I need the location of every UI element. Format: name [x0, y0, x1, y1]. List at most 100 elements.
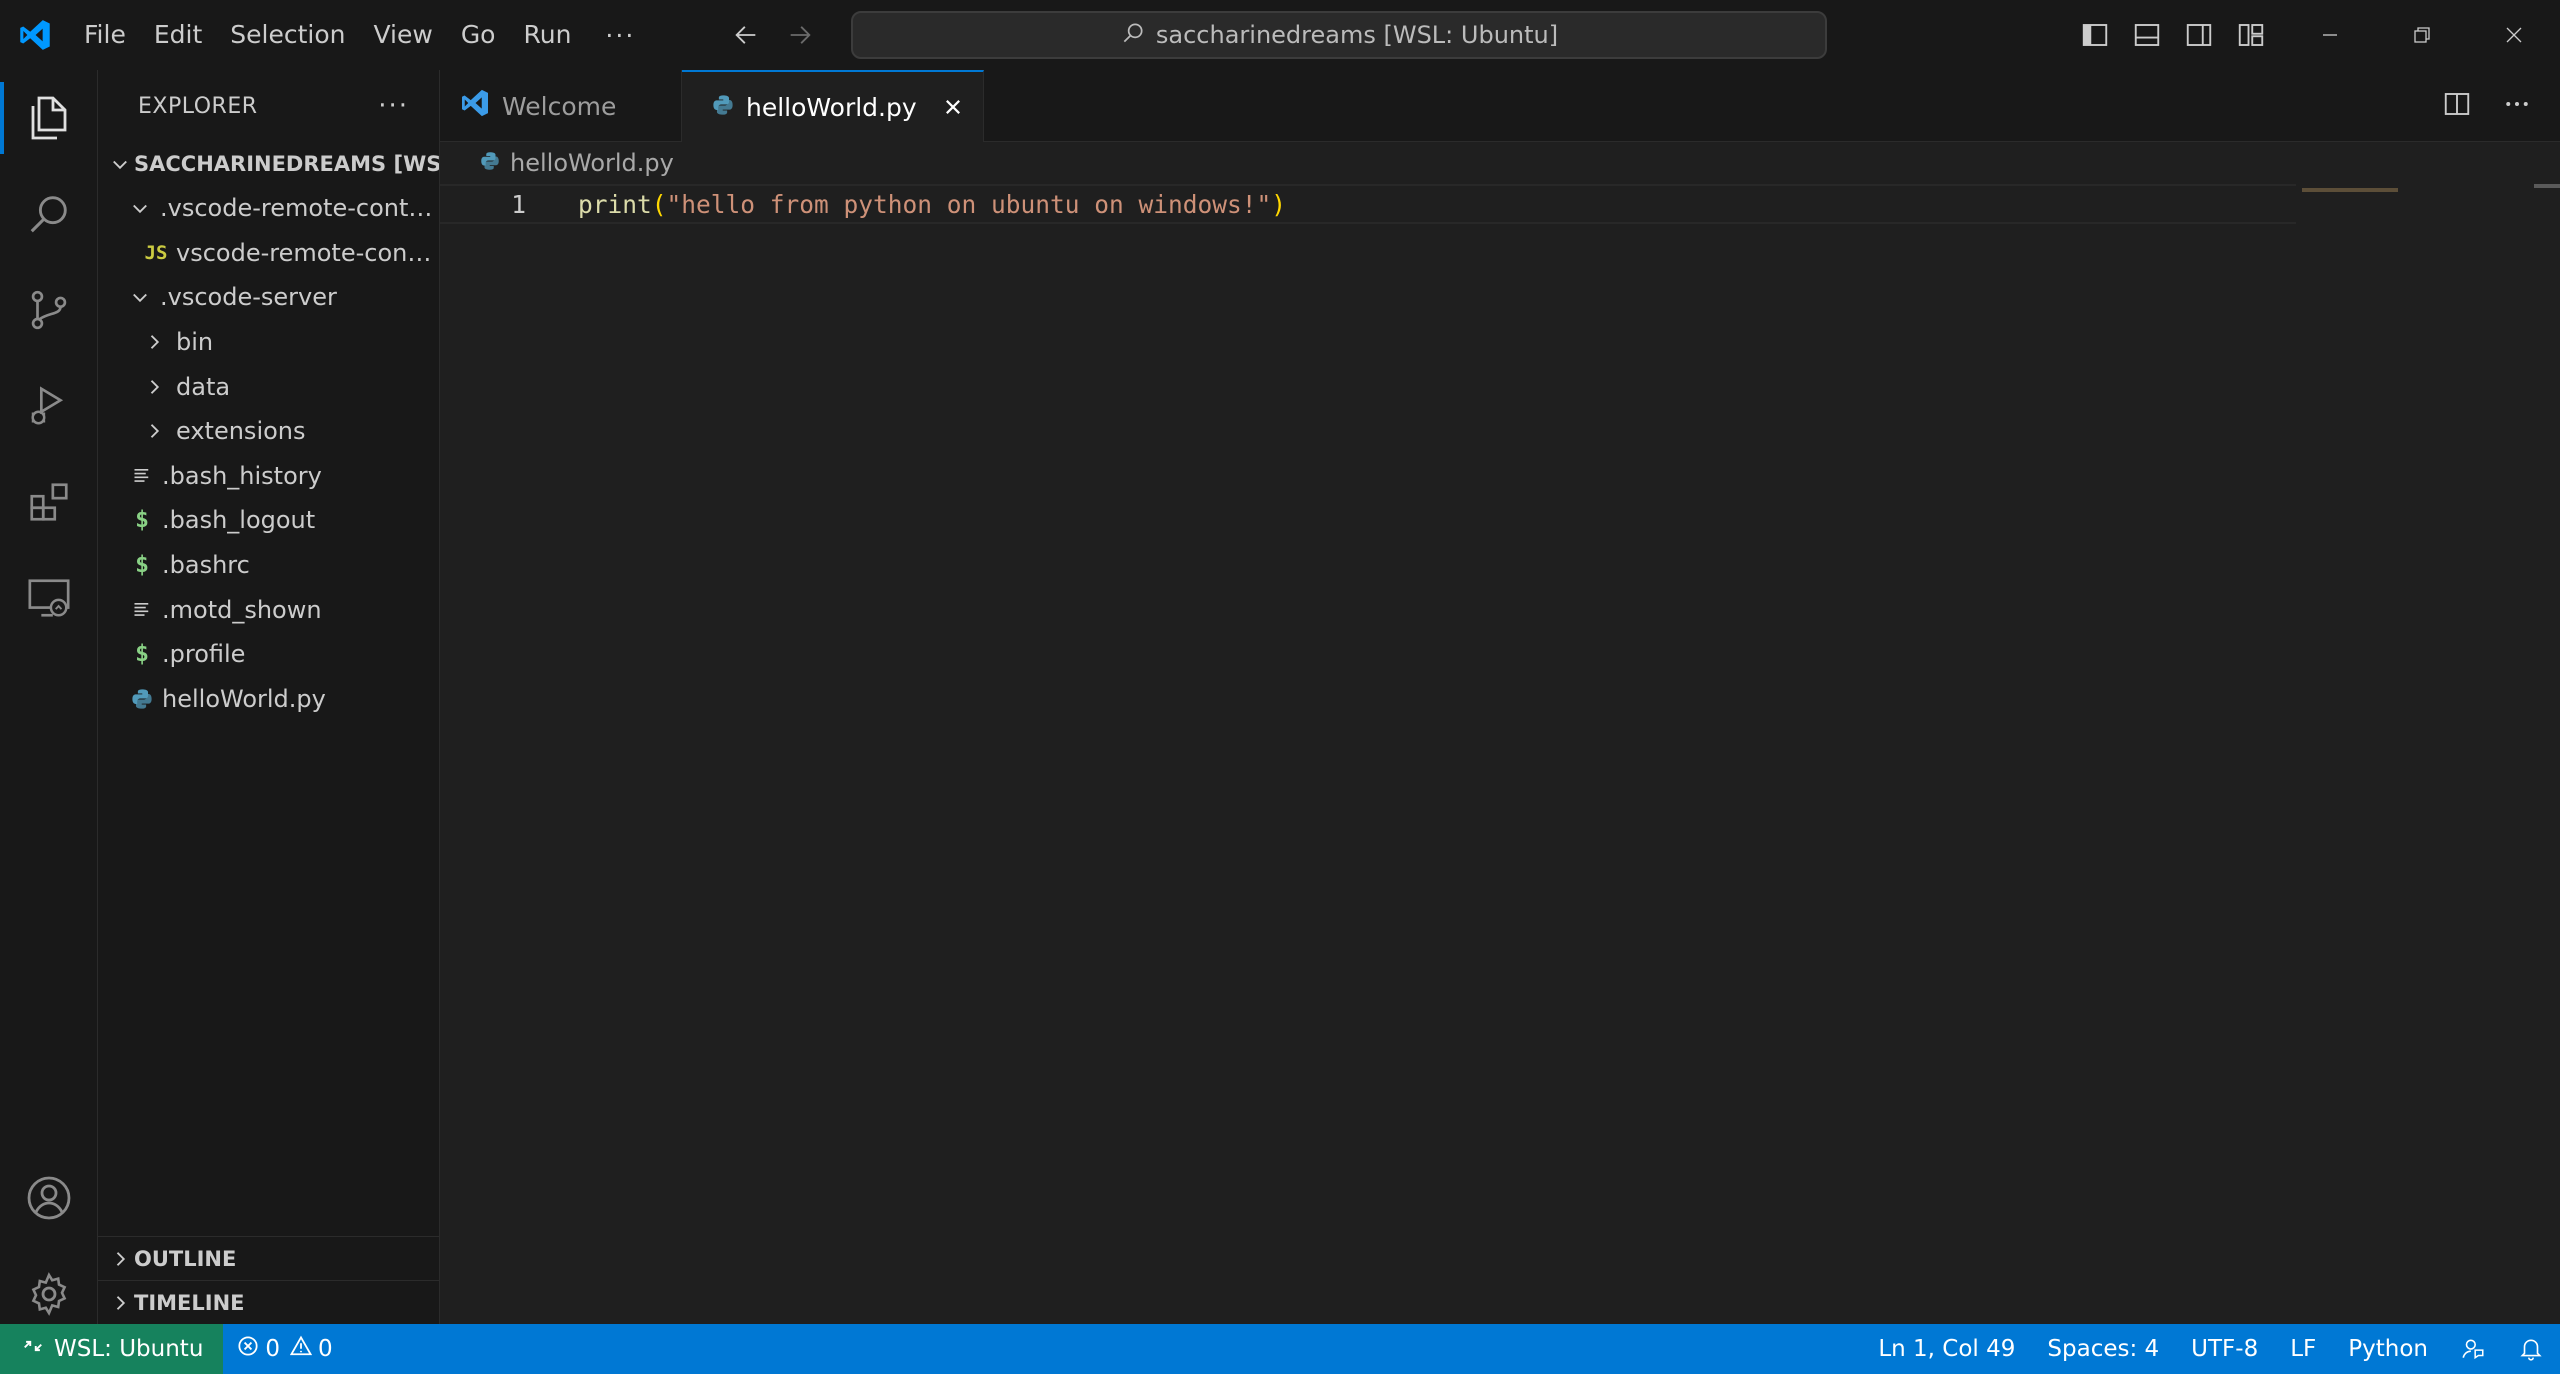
- menu-bar: File Edit Selection View Go Run ···: [70, 0, 655, 70]
- close-icon[interactable]: [939, 93, 967, 121]
- vscode-icon: [460, 88, 490, 124]
- search-view-icon[interactable]: [0, 166, 98, 262]
- problems-indicator[interactable]: 0 0: [223, 1324, 346, 1374]
- timeline-section[interactable]: TIMELINE: [98, 1280, 440, 1324]
- tab-helloworld-py[interactable]: helloWorld.py: [682, 70, 984, 142]
- tree-item-motd-shown[interactable]: .motd_shown: [98, 587, 439, 632]
- function-token: print: [578, 189, 652, 219]
- code-text: print("hello from python on ubuntu on wi…: [578, 190, 1286, 219]
- remote-explorer-icon[interactable]: [0, 550, 98, 646]
- menu-run[interactable]: Run: [509, 12, 585, 58]
- explorer-sidebar: EXPLORER ··· SACCHARINEDREAMS [WS... .vs…: [98, 70, 440, 1324]
- tree-item-label: .bash_history: [162, 461, 322, 490]
- tree-item-vscode-remote-containers[interactable]: .vscode-remote-conta...: [98, 186, 439, 231]
- status-right-items: Ln 1, Col 49 Spaces: 4 UTF-8 LF Python: [1862, 1324, 2560, 1374]
- tree-item-bin[interactable]: bin: [98, 320, 439, 365]
- remote-label: WSL: Ubuntu: [54, 1336, 204, 1362]
- warning-icon: [289, 1335, 313, 1363]
- explorer-icon[interactable]: [0, 70, 98, 166]
- workspace-root[interactable]: SACCHARINEDREAMS [WS...: [98, 142, 439, 186]
- python-icon: [480, 149, 500, 177]
- tree-item-vscode-remote-js[interactable]: JS vscode-remote-cont...: [98, 231, 439, 276]
- tree-item-extensions[interactable]: extensions: [98, 409, 439, 454]
- notifications-bell-icon[interactable]: [2502, 1324, 2560, 1374]
- customize-layout-icon[interactable]: [2234, 18, 2268, 52]
- feedback-icon[interactable]: [2444, 1324, 2502, 1374]
- breadcrumb: helloWorld.py: [440, 142, 2560, 184]
- toggle-secondary-sidebar-icon[interactable]: [2182, 18, 2216, 52]
- split-editor-icon[interactable]: [2442, 89, 2472, 123]
- indentation[interactable]: Spaces: 4: [2031, 1324, 2175, 1374]
- extensions-icon[interactable]: [0, 454, 98, 550]
- tree-item-bash-history[interactable]: .bash_history: [98, 454, 439, 499]
- overview-ruler[interactable]: [2534, 184, 2560, 188]
- language-mode[interactable]: Python: [2332, 1324, 2444, 1374]
- menu-edit[interactable]: Edit: [140, 12, 216, 58]
- search-icon: [1120, 20, 1146, 50]
- activity-bar: [0, 70, 98, 1324]
- python-file-icon: [126, 683, 158, 715]
- tree-item-label: .bashrc: [162, 551, 250, 580]
- tree-item-label: extensions: [176, 417, 306, 446]
- tree-item-data[interactable]: data: [98, 364, 439, 409]
- explorer-header: EXPLORER ···: [98, 70, 439, 142]
- chevron-down-icon: [106, 150, 134, 178]
- toggle-primary-sidebar-icon[interactable]: [2078, 18, 2112, 52]
- outline-section[interactable]: OUTLINE: [98, 1236, 440, 1280]
- chevron-right-icon: [140, 373, 168, 401]
- minimap[interactable]: [2302, 188, 2398, 192]
- forward-arrow-icon[interactable]: [784, 19, 816, 51]
- navigation-arrows: [730, 0, 816, 70]
- menu-go[interactable]: Go: [447, 12, 510, 58]
- accounts-icon[interactable]: [0, 1150, 98, 1246]
- code-line[interactable]: 1 print("hello from python on ubuntu on …: [440, 184, 2296, 224]
- editor-tabs: Welcome helloWorld.py: [440, 70, 2560, 142]
- tab-welcome[interactable]: Welcome: [440, 70, 682, 142]
- source-control-icon[interactable]: [0, 262, 98, 358]
- paren-token: (: [651, 189, 667, 219]
- toggle-panel-icon[interactable]: [2130, 18, 2164, 52]
- close-window-icon[interactable]: [2468, 0, 2560, 70]
- error-icon: [237, 1335, 259, 1363]
- window-title: saccharinedreams [WSL: Ubuntu]: [1155, 21, 1559, 49]
- chevron-right-icon: [140, 328, 168, 356]
- minimize-icon[interactable]: [2284, 0, 2376, 70]
- window-controls: [2284, 0, 2560, 70]
- more-actions-icon[interactable]: [2502, 89, 2532, 123]
- paren-token: ): [1271, 189, 1287, 219]
- breadcrumb-file[interactable]: helloWorld.py: [510, 149, 674, 177]
- chevron-down-icon: [126, 283, 154, 311]
- encoding[interactable]: UTF-8: [2175, 1324, 2274, 1374]
- code-editor[interactable]: 1 print("hello from python on ubuntu on …: [440, 184, 2560, 1284]
- tab-label: Welcome: [502, 91, 617, 121]
- tree-item-helloworld-py[interactable]: helloWorld.py: [98, 677, 439, 722]
- tree-item-profile[interactable]: $ .profile: [98, 632, 439, 677]
- end-of-line[interactable]: LF: [2274, 1324, 2332, 1374]
- back-arrow-icon[interactable]: [730, 19, 762, 51]
- remote-indicator[interactable]: WSL: Ubuntu: [0, 1324, 224, 1374]
- tree-item-label: .profile: [162, 640, 246, 669]
- run-and-debug-icon[interactable]: [0, 358, 98, 454]
- remote-icon: [22, 1335, 44, 1363]
- explorer-more-button[interactable]: ···: [378, 91, 409, 121]
- menu-selection[interactable]: Selection: [216, 12, 359, 58]
- cursor-position[interactable]: Ln 1, Col 49: [1862, 1324, 2031, 1374]
- text-file-icon: [126, 460, 158, 492]
- editor-actions: [2442, 70, 2532, 142]
- tree-item-label: .bash_logout: [162, 506, 316, 535]
- tree-item-label: data: [176, 372, 231, 401]
- status-bar: WSL: Ubuntu 0 0 Ln 1, Col 49 Spaces: 4 U…: [0, 1324, 2560, 1374]
- menu-more-button[interactable]: ···: [585, 21, 655, 50]
- shell-file-icon: $: [135, 552, 149, 579]
- menu-view[interactable]: View: [359, 12, 446, 58]
- tree-item-bash-logout[interactable]: $ .bash_logout: [98, 498, 439, 543]
- vscode-logo-icon: [0, 0, 70, 70]
- menu-file[interactable]: File: [70, 12, 140, 58]
- command-center-search[interactable]: saccharinedreams [WSL: Ubuntu]: [851, 11, 1827, 59]
- layout-controls: [2078, 0, 2268, 70]
- timeline-title: TIMELINE: [134, 1290, 245, 1315]
- restore-icon[interactable]: [2376, 0, 2468, 70]
- tree-item-bashrc[interactable]: $ .bashrc: [98, 543, 439, 588]
- tree-item-vscode-server[interactable]: .vscode-server: [98, 275, 439, 320]
- shell-file-icon: $: [135, 507, 149, 534]
